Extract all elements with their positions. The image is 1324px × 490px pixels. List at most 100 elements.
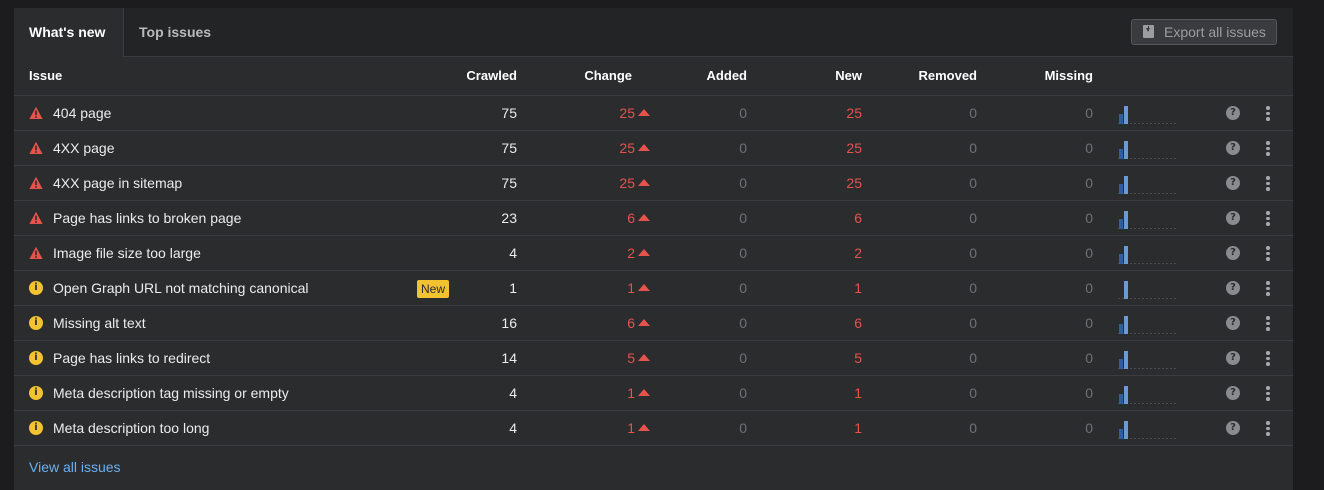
added-count[interactable]: 0 — [739, 96, 747, 130]
added-count[interactable]: 0 — [739, 376, 747, 410]
change-count[interactable]: 5 — [627, 341, 650, 375]
more-options-icon[interactable] — [1262, 385, 1274, 401]
added-count[interactable]: 0 — [739, 306, 747, 340]
removed-count[interactable]: 0 — [969, 201, 977, 235]
crawled-count[interactable]: 16 — [501, 306, 517, 340]
issue-name-link[interactable]: Open Graph URL not matching canonical — [53, 271, 309, 305]
missing-count[interactable]: 0 — [1085, 341, 1093, 375]
help-icon[interactable]: ? — [1226, 281, 1240, 295]
more-options-icon[interactable] — [1262, 420, 1274, 436]
removed-count[interactable]: 0 — [969, 271, 977, 305]
crawled-count[interactable]: 75 — [501, 166, 517, 200]
tab-whats-new[interactable]: What's new — [14, 8, 124, 57]
missing-count[interactable]: 0 — [1085, 306, 1093, 340]
more-options-icon[interactable] — [1262, 315, 1274, 331]
missing-count[interactable]: 0 — [1085, 236, 1093, 270]
removed-count[interactable]: 0 — [969, 166, 977, 200]
change-count[interactable]: 1 — [627, 271, 650, 305]
new-count[interactable]: 6 — [854, 306, 862, 340]
change-count[interactable]: 25 — [619, 166, 650, 200]
more-options-icon[interactable] — [1262, 350, 1274, 366]
table-row[interactable]: i Meta description too long 4 1 0 1 0 0 … — [14, 411, 1293, 446]
crawled-count[interactable]: 14 — [501, 341, 517, 375]
help-icon[interactable]: ? — [1226, 246, 1240, 260]
added-count[interactable]: 0 — [739, 166, 747, 200]
view-all-issues-link[interactable]: View all issues — [29, 459, 121, 475]
help-icon[interactable]: ? — [1226, 316, 1240, 330]
new-count[interactable]: 2 — [854, 236, 862, 270]
new-count[interactable]: 25 — [846, 166, 862, 200]
change-count[interactable]: 25 — [619, 131, 650, 165]
crawled-count[interactable]: 75 — [501, 96, 517, 130]
table-row[interactable]: i Page has links to redirect 14 5 0 5 0 … — [14, 341, 1293, 376]
added-count[interactable]: 0 — [739, 411, 747, 445]
added-count[interactable]: 0 — [739, 131, 747, 165]
crawled-count[interactable]: 4 — [509, 236, 517, 270]
missing-count[interactable]: 0 — [1085, 376, 1093, 410]
change-count[interactable]: 1 — [627, 376, 650, 410]
new-count[interactable]: 6 — [854, 201, 862, 235]
new-count[interactable]: 1 — [854, 271, 862, 305]
issue-name-link[interactable]: Missing alt text — [53, 306, 146, 340]
help-icon[interactable]: ? — [1226, 141, 1240, 155]
added-count[interactable]: 0 — [739, 271, 747, 305]
table-row[interactable]: Page has links to broken page 23 6 0 6 0… — [14, 201, 1293, 236]
issue-name-link[interactable]: Page has links to broken page — [53, 201, 241, 235]
issue-name-link[interactable]: Image file size too large — [53, 236, 201, 270]
new-count[interactable]: 1 — [854, 411, 862, 445]
missing-count[interactable]: 0 — [1085, 411, 1093, 445]
added-count[interactable]: 0 — [739, 341, 747, 375]
crawled-count[interactable]: 4 — [509, 376, 517, 410]
missing-count[interactable]: 0 — [1085, 131, 1093, 165]
column-header-new[interactable]: New — [835, 57, 862, 95]
issue-name-link[interactable]: Meta description tag missing or empty — [53, 376, 289, 410]
new-count[interactable]: 1 — [854, 376, 862, 410]
help-icon[interactable]: ? — [1226, 421, 1240, 435]
column-header-change[interactable]: Change — [584, 57, 632, 95]
table-row[interactable]: 4XX page in sitemap 75 25 0 25 0 0 ? — [14, 166, 1293, 201]
column-header-issue[interactable]: Issue — [29, 57, 62, 95]
new-count[interactable]: 25 — [846, 96, 862, 130]
removed-count[interactable]: 0 — [969, 131, 977, 165]
crawled-count[interactable]: 75 — [501, 131, 517, 165]
table-row[interactable]: Image file size too large 4 2 0 2 0 0 ? — [14, 236, 1293, 271]
removed-count[interactable]: 0 — [969, 376, 977, 410]
more-options-icon[interactable] — [1262, 210, 1274, 226]
help-icon[interactable]: ? — [1226, 176, 1240, 190]
change-count[interactable]: 1 — [627, 411, 650, 445]
change-count[interactable]: 6 — [627, 306, 650, 340]
table-row[interactable]: 4XX page 75 25 0 25 0 0 ? — [14, 131, 1293, 166]
missing-count[interactable]: 0 — [1085, 271, 1093, 305]
change-count[interactable]: 25 — [619, 96, 650, 130]
table-row[interactable]: i Missing alt text 16 6 0 6 0 0 ? — [14, 306, 1293, 341]
help-icon[interactable]: ? — [1226, 211, 1240, 225]
new-count[interactable]: 5 — [854, 341, 862, 375]
issue-name-link[interactable]: 404 page — [53, 96, 111, 130]
missing-count[interactable]: 0 — [1085, 166, 1093, 200]
more-options-icon[interactable] — [1262, 175, 1274, 191]
tab-top-issues[interactable]: Top issues — [124, 8, 226, 57]
removed-count[interactable]: 0 — [969, 411, 977, 445]
column-header-crawled[interactable]: Crawled — [466, 57, 517, 95]
issue-name-link[interactable]: Page has links to redirect — [53, 341, 210, 375]
removed-count[interactable]: 0 — [969, 306, 977, 340]
new-count[interactable]: 25 — [846, 131, 862, 165]
crawled-count[interactable]: 23 — [501, 201, 517, 235]
more-options-icon[interactable] — [1262, 245, 1274, 261]
table-row[interactable]: 404 page 75 25 0 25 0 0 ? — [14, 96, 1293, 131]
help-icon[interactable]: ? — [1226, 351, 1240, 365]
change-count[interactable]: 6 — [627, 201, 650, 235]
column-header-missing[interactable]: Missing — [1045, 57, 1093, 95]
removed-count[interactable]: 0 — [969, 96, 977, 130]
column-header-removed[interactable]: Removed — [918, 57, 977, 95]
removed-count[interactable]: 0 — [969, 341, 977, 375]
added-count[interactable]: 0 — [739, 236, 747, 270]
missing-count[interactable]: 0 — [1085, 201, 1093, 235]
crawled-count[interactable]: 1 — [509, 271, 517, 305]
issue-name-link[interactable]: Meta description too long — [53, 411, 209, 445]
more-options-icon[interactable] — [1262, 105, 1274, 121]
more-options-icon[interactable] — [1262, 280, 1274, 296]
table-row[interactable]: i Open Graph URL not matching canonical … — [14, 271, 1293, 306]
table-row[interactable]: i Meta description tag missing or empty … — [14, 376, 1293, 411]
missing-count[interactable]: 0 — [1085, 96, 1093, 130]
